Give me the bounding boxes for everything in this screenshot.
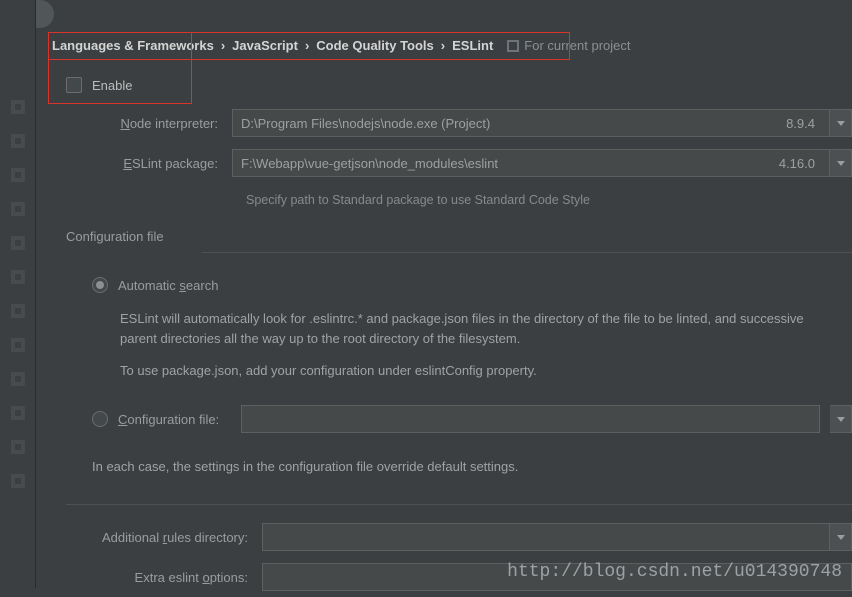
gutter-icon (11, 168, 25, 182)
node-interpreter-version: 8.9.4 (780, 116, 821, 131)
gutter-icon (11, 372, 25, 386)
gutter-icon (11, 270, 25, 284)
config-file-section-title: Configuration file (52, 221, 852, 248)
gutter-icon (11, 134, 25, 148)
package-hint: Specify path to Standard package to use … (52, 183, 852, 221)
crumb-javascript[interactable]: JavaScript (232, 38, 298, 53)
chevron-right-icon: › (440, 38, 446, 53)
gutter-icon (11, 440, 25, 454)
eslint-package-label: ESLint package: (52, 156, 232, 171)
left-gutter (0, 0, 36, 588)
enable-label: Enable (92, 78, 132, 93)
for-project-label: For current project (524, 38, 630, 53)
project-icon (507, 40, 519, 52)
gutter-icon (11, 100, 25, 114)
crumb-languages[interactable]: Languages & Frameworks (52, 38, 214, 53)
node-interpreter-input[interactable]: D:\Program Files\nodejs\node.exe (Projec… (232, 109, 830, 137)
gutter-icon (11, 474, 25, 488)
gutter-icon (11, 202, 25, 216)
auto-desc-2: To use package.json, add your configurat… (120, 361, 842, 381)
eslint-package-input[interactable]: F:\Webapp\vue-getjson\node_modules\eslin… (232, 149, 830, 177)
chevron-right-icon: › (220, 38, 226, 53)
for-current-project-tag: For current project (507, 38, 630, 53)
chevron-right-icon: › (304, 38, 310, 53)
auto-desc-1: ESLint will automatically look for .esli… (120, 309, 842, 349)
override-note: In each case, the settings in the config… (52, 439, 852, 484)
gutter-icon (11, 338, 25, 352)
config-file-radio-label: Configuration file: (118, 412, 219, 427)
eslint-package-dropdown[interactable] (830, 149, 852, 177)
crumb-eslint[interactable]: ESLint (452, 38, 493, 53)
node-interpreter-label: Node interpreter: (52, 116, 232, 131)
config-file-input[interactable] (241, 405, 820, 433)
node-interpreter-value: D:\Program Files\nodejs\node.exe (Projec… (241, 116, 780, 131)
chevron-down-icon (837, 161, 845, 166)
chevron-down-icon (837, 535, 845, 540)
eslint-package-value: F:\Webapp\vue-getjson\node_modules\eslin… (241, 156, 773, 171)
config-file-dropdown[interactable] (830, 405, 852, 433)
node-interpreter-dropdown[interactable] (830, 109, 852, 137)
chevron-down-icon (837, 121, 845, 126)
rules-dir-input[interactable] (262, 523, 830, 551)
tab-bar (36, 0, 852, 28)
rules-dir-label: Additional rules directory: (52, 530, 262, 545)
config-file-radio[interactable] (92, 411, 108, 427)
rules-dir-dropdown[interactable] (830, 523, 852, 551)
gutter-icon (11, 304, 25, 318)
watermark: http://blog.csdn.net/u014390748 (507, 562, 842, 582)
extra-options-label: Extra eslint options: (52, 570, 262, 585)
gutter-icon (11, 406, 25, 420)
gutter-icon (11, 236, 25, 250)
crumb-codequality[interactable]: Code Quality Tools (316, 38, 434, 53)
auto-search-radio[interactable] (92, 277, 108, 293)
eslint-package-version: 4.16.0 (773, 156, 821, 171)
enable-checkbox[interactable] (66, 77, 82, 93)
tab-shape (36, 0, 54, 28)
breadcrumb: Languages & Frameworks › JavaScript › Co… (36, 28, 852, 63)
chevron-down-icon (837, 417, 845, 422)
auto-search-label: Automatic search (118, 278, 218, 293)
